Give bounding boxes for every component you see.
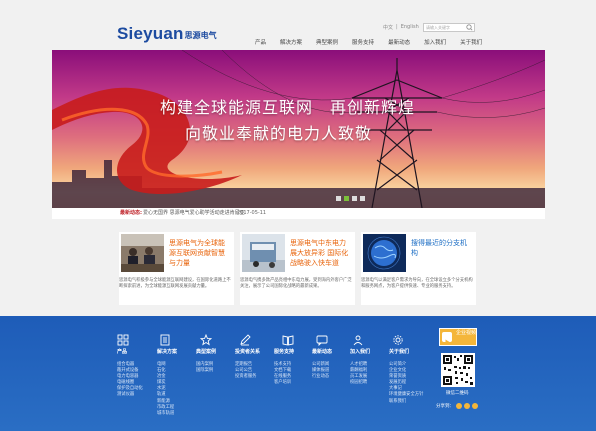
nav-support[interactable]: 服务支持 [352, 38, 374, 49]
ticker-date: 2017-05-11 [237, 210, 267, 216]
card-summary: 思源电气携多款产品亮相中东电力展，受到海内外客户广泛关注，展示了公司国际化战略的… [240, 278, 352, 290]
grid-icon [117, 334, 129, 346]
card-photo-meeting [121, 234, 164, 272]
footer-link[interactable]: 城市轨道 [157, 411, 177, 417]
ticker-headline[interactable]: 爱心无国界 思源电气爱心助学活动走进肯尼亚 [143, 208, 245, 219]
footer-col-investors: 投资者关系 定期报告 公司公告 投资者服务 [235, 348, 260, 380]
footer-link[interactable]: 市政工程 [157, 405, 177, 411]
card-summary: 思源电气积极参与全球能源互联网建设，在国际化道路上不断探索前进，为全球能源互联网… [119, 278, 231, 290]
card-globe-image [363, 234, 406, 272]
gear-icon [393, 335, 403, 345]
nav-join-us[interactable]: 加入我们 [424, 38, 446, 49]
footer-col-cases: 典型案例 国内案例 国际案例 [196, 348, 216, 374]
news-card[interactable]: 思源电气为全球能源互联网贡献智慧与力量 [119, 232, 234, 305]
carousel-dots [336, 196, 365, 201]
footer-link[interactable]: 国际案例 [196, 368, 216, 374]
footer-link[interactable]: 客户培训 [274, 380, 294, 386]
footer-heading[interactable]: 最新动态 [312, 348, 332, 355]
card-summary: 思源电气以满足客户需求为导向，在全球设立多个分支机构和服务网点，为客户提供快速、… [361, 278, 473, 290]
document-icon [160, 334, 170, 346]
footer-heading[interactable]: 关于我们 [389, 348, 423, 355]
wechat-icon[interactable] [464, 403, 470, 409]
video-label: 企业视频 [456, 330, 477, 336]
ticker-label: 最新动态: [120, 210, 142, 216]
qr-caption: 微信二维码 [446, 391, 469, 396]
nav-solutions[interactable]: 解决方案 [280, 38, 302, 49]
logo-text-cn: 思源电气 [184, 31, 217, 40]
lang-english[interactable]: English [401, 24, 419, 31]
footer-heading[interactable]: 产品 [117, 348, 143, 355]
lang-chinese[interactable]: 中文 [383, 24, 393, 31]
footer-link[interactable]: 环境健康安全方针 [389, 392, 423, 398]
star-icon [200, 334, 212, 346]
wechat-qr-code [441, 353, 475, 387]
footer-col-support: 服务支持 技术支持 文档下载 在线服务 客户培训 [274, 348, 294, 386]
book-icon [282, 335, 294, 346]
share-bar: 分享到： [436, 403, 478, 409]
footer-heading[interactable]: 服务支持 [274, 348, 294, 355]
footer-col-about-us: 关于我们 公司简介 企业文化 荣誉资质 发展历程 大事记 环境健康安全方针 联系… [389, 348, 423, 405]
share-label: 分享到： [436, 404, 454, 409]
search-icon[interactable] [464, 23, 475, 32]
footer-link[interactable]: 校园招聘 [350, 380, 370, 386]
carousel-dot-active[interactable] [344, 196, 349, 201]
card-photo-exhibition [242, 234, 285, 272]
footer-heading[interactable]: 加入我们 [350, 348, 370, 355]
footer-heading[interactable]: 投资者关系 [235, 348, 260, 355]
people-icon [353, 335, 363, 346]
footer-link[interactable]: 测试仪器 [117, 392, 143, 398]
weibo-icon[interactable] [456, 403, 462, 409]
main-nav: 产品 解决方案 典型案例 服务支持 最新动态 加入我们 关于我们 [255, 38, 496, 49]
lang-separator: | [396, 24, 398, 30]
news-ticker: 最新动态: 爱心无国界 思源电气爱心助学活动走进肯尼亚 2017-05-11 [52, 208, 545, 219]
carousel-dot[interactable] [336, 196, 341, 201]
footer-link[interactable]: 联系我们 [389, 399, 423, 405]
hero-banner[interactable]: 构建全球能源互联网 再创新辉煌 向敬业奉献的电力人致敬 [52, 50, 545, 208]
card-title[interactable]: 搜得最近的分支机构 [411, 238, 472, 258]
company-video-button[interactable]: 企业视频 [439, 328, 477, 346]
pencil-icon [240, 334, 251, 346]
card-title[interactable]: 思源电气为全球能源互联网贡献智慧与力量 [169, 238, 230, 268]
site-footer [0, 316, 596, 431]
footer-heading[interactable]: 解决方案 [157, 348, 177, 355]
footer-col-news: 最新动态 公司新闻 媒体报道 行业动态 [312, 348, 332, 380]
footer-link[interactable]: 行业动态 [312, 374, 332, 380]
branch-card[interactable]: 搜得最近的分支机构 [361, 232, 476, 305]
site-header: Sieyuan 思源电气 中文 | English 请输入关键字 产品 解决方案… [0, 0, 596, 50]
play-icon [442, 332, 452, 345]
qq-icon[interactable] [472, 403, 478, 409]
logo-text-en: Sieyuan [117, 24, 184, 43]
footer-link[interactable]: 投资者服务 [235, 374, 260, 380]
carousel-dot[interactable] [352, 196, 357, 201]
footer-heading[interactable]: 典型案例 [196, 348, 216, 355]
banner-headline: 构建全球能源互联网 再创新辉煌 [160, 98, 416, 117]
news-card[interactable]: 思源电气中东电力展大放异彩 国际化战略驶入快车道 [240, 232, 355, 305]
banner-subheadline: 向敬业奉献的电力人致敬 [185, 124, 373, 143]
nav-products[interactable]: 产品 [255, 38, 266, 49]
nav-about-us[interactable]: 关于我们 [460, 38, 482, 49]
card-title[interactable]: 思源电气中东电力展大放异彩 国际化战略驶入快车道 [290, 238, 351, 268]
carousel-dot[interactable] [360, 196, 365, 201]
footer-col-join-us: 加入我们 人才招聘 薪酬福利 员工发展 校园招聘 [350, 348, 370, 386]
nav-cases[interactable]: 典型案例 [316, 38, 338, 49]
footer-col-products: 产品 组合电器 敞开式设备 电力电容器 电磁线圈 保护及自动化 测试仪器 [117, 348, 143, 399]
nav-news[interactable]: 最新动态 [388, 38, 410, 49]
chat-icon [316, 335, 328, 346]
logo[interactable]: Sieyuan 思源电气 [117, 24, 217, 43]
footer-col-solutions: 解决方案 电网 石化 冶金 煤炭 水泥 轨道 新能源 市政工程 城市轨道 [157, 348, 177, 417]
language-switcher: 中文 | English [383, 24, 419, 31]
